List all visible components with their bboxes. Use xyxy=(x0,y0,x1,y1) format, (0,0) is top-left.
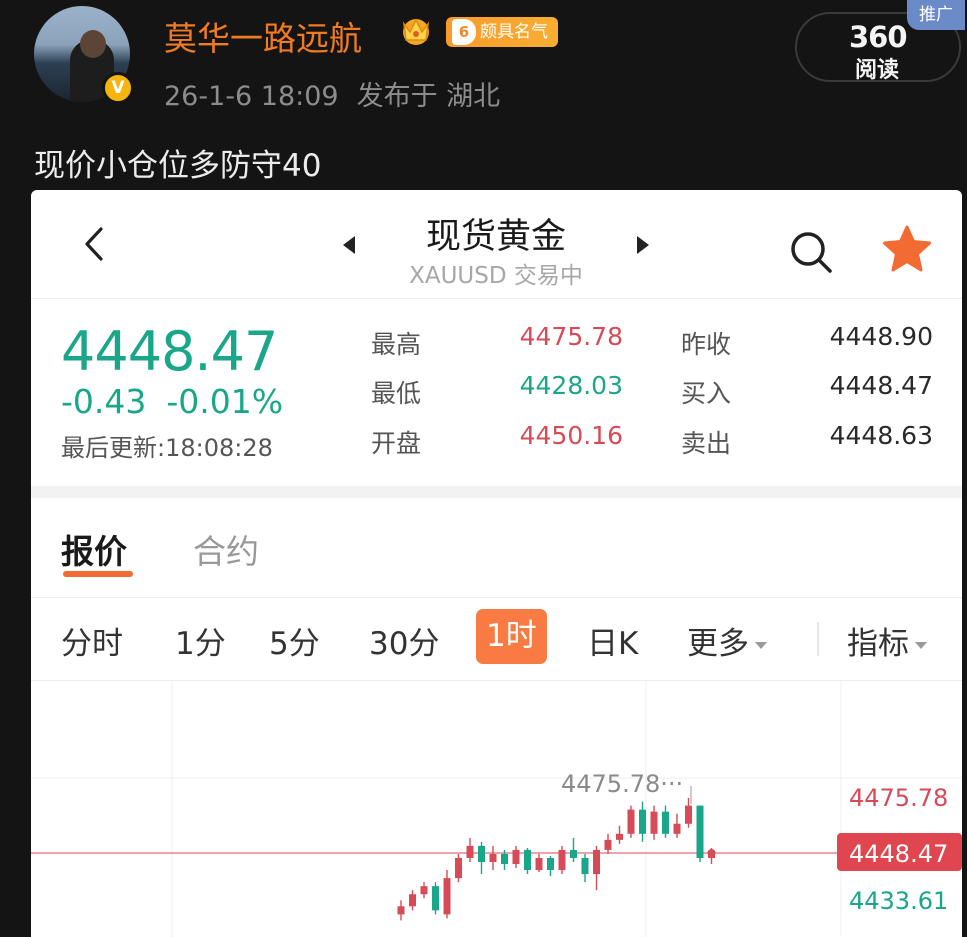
promo-tag: 推广 xyxy=(907,0,965,30)
candle-body xyxy=(570,849,577,858)
period-30min[interactable]: 30分 xyxy=(369,618,439,663)
candle-body xyxy=(627,809,635,834)
chevron-down-icon xyxy=(915,642,927,649)
username[interactable]: 莫华一路远航 xyxy=(164,12,362,60)
stat-value-open: 4450.16 xyxy=(519,421,623,450)
period-more[interactable]: 更多 xyxy=(687,618,767,663)
last-updated: 最后更新:18:08:28 xyxy=(61,434,273,462)
candle-body xyxy=(409,894,416,907)
change-amount: -0.43 xyxy=(61,382,147,421)
candle-body xyxy=(685,805,692,824)
candle-body xyxy=(639,809,646,834)
avatar-head xyxy=(80,30,106,58)
period-timeshare[interactable]: 分时 xyxy=(61,618,123,663)
level-number: 6 xyxy=(452,19,476,45)
candle-body xyxy=(466,845,474,858)
candle-body xyxy=(616,833,623,840)
candle-body xyxy=(478,845,485,863)
candle-body xyxy=(696,805,704,858)
candle-body xyxy=(604,839,612,850)
tab-quote[interactable]: 报价 xyxy=(61,525,127,573)
candle-body xyxy=(581,857,589,875)
period-1min[interactable]: 1分 xyxy=(175,618,226,663)
high-marker-label: 4475.78··· xyxy=(561,770,683,798)
promo-brand: 360 xyxy=(849,20,908,54)
chevron-down-icon xyxy=(755,642,767,649)
promo-action: 阅读 xyxy=(855,58,900,83)
candle-body xyxy=(489,853,497,863)
axis-label-low: 4433.61 xyxy=(849,887,948,915)
stat-label-ask: 卖出 xyxy=(681,429,732,458)
indicator-label: 指标 xyxy=(847,626,909,662)
period-1hour[interactable]: 1时 xyxy=(476,609,547,664)
divider xyxy=(31,597,962,598)
period-daily[interactable]: 日K xyxy=(587,618,638,663)
candle-body xyxy=(443,878,451,915)
level-label: 颇具名气 xyxy=(480,22,548,42)
current-price: 4448.47 xyxy=(61,320,278,383)
post-meta: 26-1-6 18:09 发布于 湖北 xyxy=(164,74,500,113)
price-change: -0.43 -0.01% xyxy=(61,382,283,421)
tab-contract[interactable]: 合约 xyxy=(193,525,259,573)
stat-label-prev-close: 昨收 xyxy=(681,330,732,359)
indicator-selector[interactable]: 指标 xyxy=(847,618,927,663)
stat-value-low: 4428.03 xyxy=(519,371,623,400)
post-timestamp: 26-1-6 18:09 xyxy=(164,81,339,112)
divider xyxy=(31,298,962,299)
candle-body xyxy=(547,857,554,871)
stat-value-high: 4475.78 xyxy=(519,322,623,351)
crown-icon xyxy=(402,18,430,45)
instrument-subtitle: XAUUSD 交易中 xyxy=(409,263,583,289)
candle-body xyxy=(524,849,531,871)
change-percent: -0.01% xyxy=(166,382,284,421)
candle-body xyxy=(662,811,669,834)
candle-body xyxy=(558,849,566,871)
post-location: 发布于 湖北 xyxy=(356,81,501,112)
post-text: 现价小仓位多防守40 xyxy=(34,148,322,184)
section-gap xyxy=(31,486,962,498)
search-icon[interactable] xyxy=(787,228,835,276)
stat-value-bid: 4448.47 xyxy=(829,371,933,400)
period-more-label: 更多 xyxy=(687,626,749,662)
candle-body xyxy=(432,886,439,911)
candle-body xyxy=(501,853,508,865)
prev-instrument-icon[interactable] xyxy=(343,236,355,254)
last-price-dot xyxy=(707,849,716,857)
quote-screenshot[interactable]: 现货黄金 XAUUSD 交易中 4448.47 -0.43 -0.01% 最后更新… xyxy=(31,190,962,937)
instrument-title: 现货黄金 xyxy=(425,217,566,257)
candle-body xyxy=(512,849,520,865)
level-badge[interactable]: 6 颇具名气 xyxy=(446,17,558,47)
candle-body xyxy=(650,811,658,834)
candle-body xyxy=(673,823,681,834)
axis-label-high: 4475.78 xyxy=(849,784,948,812)
stat-label-high: 最高 xyxy=(371,330,422,359)
candle-body xyxy=(535,857,543,871)
candlestick-chart[interactable]: 4475.78··· 4475.78 4448.47 4433.61 xyxy=(31,681,962,937)
stat-label-low: 最低 xyxy=(371,379,422,408)
stat-label-open: 开盘 xyxy=(371,429,422,458)
favorite-star-icon[interactable] xyxy=(881,224,933,274)
candle-body xyxy=(420,886,428,895)
verified-badge-icon: V xyxy=(102,72,134,104)
stat-value-ask: 4448.63 xyxy=(829,421,933,450)
next-instrument-icon[interactable] xyxy=(637,236,649,254)
divider xyxy=(817,622,819,656)
current-price-tag-label: 4448.47 xyxy=(849,840,948,868)
stat-label-bid: 买入 xyxy=(681,379,732,408)
period-5min[interactable]: 5分 xyxy=(269,618,320,663)
candle-body xyxy=(455,857,462,879)
stat-value-prev-close: 4448.90 xyxy=(829,322,933,351)
tab-active-indicator xyxy=(63,571,133,577)
back-icon[interactable] xyxy=(83,226,105,262)
candle-body xyxy=(593,849,600,875)
candle-body xyxy=(397,906,405,915)
